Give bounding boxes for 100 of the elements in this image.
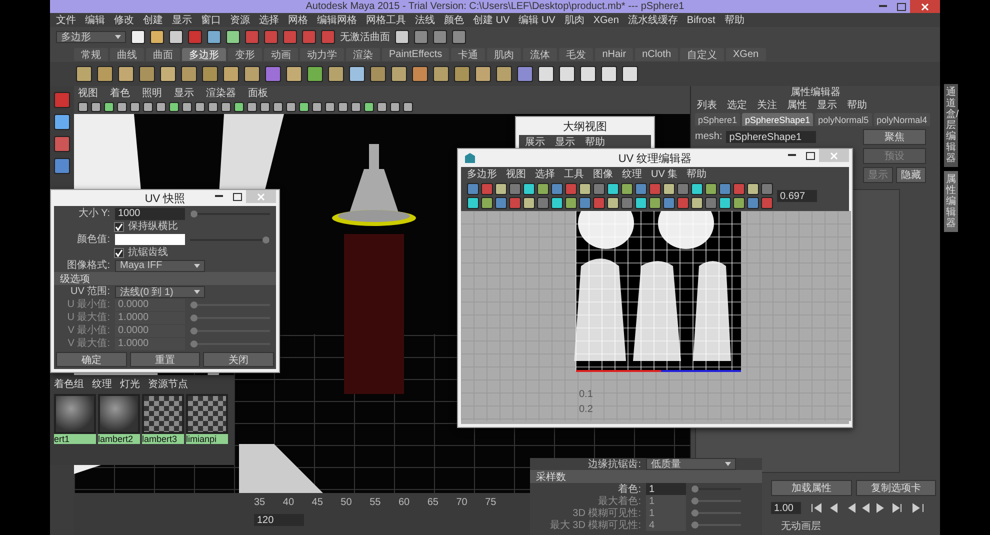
minimize-icon[interactable]	[879, 5, 887, 8]
shelf-tab[interactable]: XGen	[726, 48, 766, 61]
menu-item[interactable]: 视图	[506, 167, 526, 181]
attribute-button[interactable]: 隐藏	[896, 167, 926, 183]
menu-item[interactable]: 显示	[555, 135, 575, 149]
shelf-tool-icon[interactable]	[454, 66, 470, 82]
side-tab[interactable]: 属性编辑器	[944, 171, 958, 232]
shelf-tab[interactable]: 曲面	[146, 48, 180, 61]
menu-item[interactable]: XGen	[593, 14, 619, 26]
uv-tool-icon[interactable]	[481, 183, 493, 195]
maximize-icon[interactable]	[232, 192, 242, 200]
minimize-icon[interactable]	[788, 154, 796, 157]
viewport-menu-item[interactable]: 照明	[142, 86, 162, 100]
menu-item[interactable]: 创建 UV	[473, 13, 510, 27]
uv-tool-icon[interactable]	[719, 183, 731, 195]
node-tab[interactable]: polyNormal5	[815, 113, 872, 126]
shelf-tab[interactable]: 多边形	[182, 48, 226, 61]
uv-grid-drawing[interactable]	[461, 211, 851, 421]
menu-item[interactable]: 帮助	[847, 98, 867, 112]
value-field[interactable]: 0.697	[777, 190, 817, 202]
menu-item[interactable]: 编辑	[85, 13, 105, 27]
menu-item[interactable]: 创建	[143, 13, 163, 27]
shelf-tool-icon[interactable]	[286, 66, 302, 82]
uv-tool-icon[interactable]	[663, 197, 675, 209]
menu-item[interactable]: 编辑 UV	[518, 13, 556, 27]
dialog-button[interactable]: 重置	[130, 352, 200, 366]
menu-item[interactable]: 帮助	[724, 13, 744, 27]
shelf-tab[interactable]: 自定义	[680, 48, 724, 61]
hypershade-tab[interactable]: 灯光	[120, 377, 140, 391]
uv-tool-icon[interactable]	[621, 183, 633, 195]
menu-item[interactable]: 法线	[415, 13, 435, 27]
menu-item[interactable]: 显示	[817, 98, 837, 112]
uv-tool-icon[interactable]	[719, 197, 731, 209]
uv-tool-icon[interactable]	[761, 197, 773, 209]
shelf-tab[interactable]: 动力学	[300, 48, 344, 61]
toolbar-tool-icon[interactable]	[395, 30, 409, 44]
shelf-tool-icon[interactable]	[349, 66, 365, 82]
menu-item[interactable]: 帮助	[585, 135, 605, 149]
menu-item[interactable]: 选定	[727, 98, 747, 112]
hypershade-tab[interactable]: 纹理	[92, 377, 112, 391]
checker-material-swatch[interactable]	[142, 394, 184, 434]
shelf-tool-icon[interactable]	[391, 66, 407, 82]
uv-tool-icon[interactable]	[551, 197, 563, 209]
shelf-tool-icon[interactable]	[202, 66, 218, 82]
uv-tool-icon[interactable]	[565, 183, 577, 195]
minimize-icon[interactable]	[215, 195, 223, 198]
shelf-tool-icon[interactable]	[244, 66, 260, 82]
uv-tool-icon[interactable]	[537, 197, 549, 209]
shelf-tab[interactable]: 卡通	[451, 48, 486, 61]
menu-item[interactable]: 流水线缓存	[628, 13, 678, 27]
uv-tool-icon[interactable]	[691, 183, 703, 195]
uv-tool-icon[interactable]	[523, 197, 535, 209]
maximize-icon[interactable]	[896, 2, 906, 10]
shelf-tool-icon[interactable]	[181, 66, 197, 82]
menu-item[interactable]: 关注	[757, 98, 777, 112]
uv-tool-icon[interactable]	[635, 197, 647, 209]
maximize-icon[interactable]	[806, 152, 814, 160]
shelf-tool-icon[interactable]	[433, 66, 449, 82]
slider-drawing[interactable]	[691, 509, 741, 517]
number-field[interactable]: 1	[646, 483, 686, 495]
uv-tool-icon[interactable]	[481, 197, 493, 209]
uv-tool-icon[interactable]	[495, 183, 507, 195]
uv-tool-icon[interactable]	[747, 197, 759, 209]
uv-tool-icon[interactable]	[677, 183, 689, 195]
close-icon[interactable]	[921, 2, 929, 10]
viewport-menu-item[interactable]: 渲染器	[206, 86, 236, 100]
slider-drawing[interactable]	[691, 521, 741, 529]
menu-item[interactable]: 编辑网格	[317, 13, 357, 27]
menu-item[interactable]: 纹理	[622, 167, 642, 181]
dialog-button[interactable]: 确定	[56, 352, 127, 366]
menu-item[interactable]: 资源	[230, 13, 250, 27]
menu-item[interactable]: 选择	[535, 167, 555, 181]
dropdown[interactable]: 低质量	[646, 458, 736, 470]
tool-icon[interactable]	[54, 158, 70, 174]
menu-item[interactable]: 显示	[172, 13, 192, 27]
shelf-tool-icon[interactable]	[370, 66, 386, 82]
uv-tool-icon[interactable]	[635, 183, 647, 195]
menu-item[interactable]: 肌肉	[564, 13, 584, 27]
menu-item[interactable]: 帮助	[686, 167, 707, 181]
shelf-tab[interactable]: 流体	[523, 48, 558, 61]
viewport-menu-item[interactable]: 视图	[78, 86, 98, 100]
uv-tool-icon[interactable]	[593, 183, 605, 195]
uv-tool-icon[interactable]	[523, 183, 535, 195]
slider-drawing[interactable]	[691, 485, 741, 493]
uv-tool-icon[interactable]	[579, 183, 591, 195]
shelf-tool-icon[interactable]	[307, 66, 323, 82]
uv-tool-icon[interactable]	[663, 183, 675, 195]
menu-item[interactable]: 修改	[114, 13, 134, 27]
menu-item[interactable]: 图像	[593, 167, 613, 181]
toolbar-tool-icon[interactable]	[150, 30, 164, 44]
menu-item[interactable]: 网格工具	[366, 13, 406, 27]
uv-tool-icon[interactable]	[607, 183, 619, 195]
uv-tool-icon[interactable]	[467, 197, 479, 209]
shelf-tool-icon[interactable]	[139, 66, 155, 82]
viewport-menu-item[interactable]: 面板	[248, 86, 268, 100]
shelf-tool-icon[interactable]	[601, 66, 617, 82]
menu-item[interactable]: 属性	[787, 98, 807, 112]
uv-tool-icon[interactable]	[733, 183, 745, 195]
slider-drawing[interactable]	[190, 210, 270, 218]
shelf-tool-icon[interactable]	[496, 66, 512, 82]
